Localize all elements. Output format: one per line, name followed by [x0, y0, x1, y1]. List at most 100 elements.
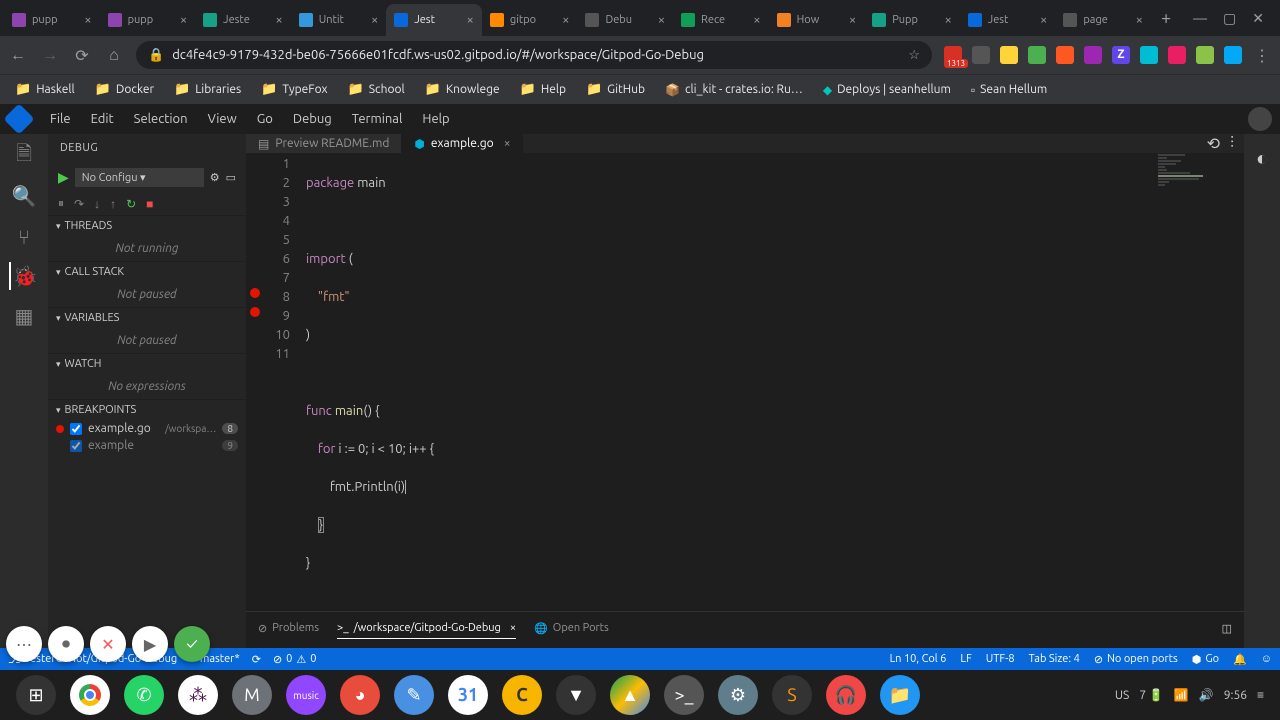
breakpoint-item[interactable]: example.go /workspa… 8: [48, 420, 246, 437]
keyboard-lang[interactable]: US: [1115, 689, 1129, 702]
menu-selection[interactable]: Selection: [126, 108, 196, 130]
extension-icon[interactable]: [1084, 46, 1102, 64]
status-bell[interactable]: 🔔: [1233, 653, 1247, 666]
extension-icon[interactable]: [1224, 46, 1242, 64]
whatsapp-icon[interactable]: ✆: [124, 675, 164, 715]
console-icon[interactable]: ▭: [226, 171, 236, 184]
drive-icon[interactable]: ▲: [610, 675, 650, 715]
search-icon[interactable]: 🔍: [10, 182, 38, 210]
browser-tab-active[interactable]: Jest×: [386, 4, 482, 36]
browser-tab[interactable]: Debu×: [577, 4, 673, 36]
volume-icon[interactable]: 🔊: [1199, 688, 1214, 702]
extension-icon[interactable]: Z: [1112, 46, 1130, 64]
more-icon[interactable]: ⫶: [1230, 134, 1234, 153]
debug-config-select[interactable]: No Configu ▾: [75, 168, 204, 187]
browser-tab[interactable]: gitpo×: [482, 4, 578, 36]
bookmark-folder[interactable]: 📁Haskell: [8, 79, 82, 100]
loop-icon[interactable]: ⟲: [1207, 134, 1220, 153]
split-panel-icon[interactable]: ◫: [1222, 622, 1232, 635]
extension-icon[interactable]: [1196, 46, 1214, 64]
status-feedback[interactable]: ☺: [1261, 653, 1272, 665]
avatar[interactable]: [1248, 107, 1272, 131]
confirm-button[interactable]: ✓: [174, 626, 210, 662]
bookmark-folder[interactable]: 📁Docker: [88, 79, 161, 100]
sublime-icon[interactable]: S: [772, 675, 812, 715]
problems-tab[interactable]: ⊘Problems: [258, 618, 319, 639]
menu-go[interactable]: Go: [249, 108, 281, 130]
back-icon[interactable]: ←: [8, 46, 28, 65]
browser-tab[interactable]: Untit×: [291, 4, 387, 36]
browser-tab[interactable]: pupp×: [100, 4, 196, 36]
extension-icon[interactable]: [1028, 46, 1046, 64]
ports-tab[interactable]: 🌐Open Ports: [534, 618, 609, 639]
menu-help[interactable]: Help: [414, 108, 457, 130]
discord-icon[interactable]: 🎧: [826, 675, 866, 715]
settings-icon[interactable]: ⚙: [718, 675, 758, 715]
battery-icon[interactable]: 7 🔋: [1139, 688, 1163, 702]
close-icon[interactable]: ×: [1136, 13, 1143, 27]
browser-tab[interactable]: Jest×: [960, 4, 1056, 36]
music-icon[interactable]: music: [286, 675, 326, 715]
bookmark-folder[interactable]: 📁Knowlege: [418, 79, 507, 100]
forward-icon[interactable]: →: [40, 46, 60, 65]
close-icon[interactable]: ×: [467, 13, 474, 27]
step-over-icon[interactable]: ↷: [74, 197, 84, 211]
close-window-icon[interactable]: ✕: [1252, 10, 1264, 27]
status-cursor[interactable]: Ln 10, Col 6: [890, 653, 947, 665]
editor-tab-active[interactable]: ⬢ example.go ×: [402, 134, 523, 153]
pause-icon[interactable]: ⏸: [58, 197, 64, 211]
editor-tab[interactable]: ▤ Preview README.md: [246, 134, 402, 153]
terminal-app-icon[interactable]: >_: [664, 675, 704, 715]
watch-header[interactable]: WATCH: [48, 354, 246, 374]
breakpoint-marker[interactable]: [250, 307, 260, 317]
close-icon[interactable]: ×: [504, 137, 511, 150]
calendar-icon[interactable]: 31: [448, 675, 488, 715]
menu-edit[interactable]: Edit: [83, 108, 122, 130]
browser-tab[interactable]: page×: [1055, 4, 1151, 36]
cancel-button[interactable]: ✕: [90, 626, 126, 662]
close-icon[interactable]: ×: [510, 622, 516, 634]
extension-icon[interactable]: [944, 46, 962, 64]
extension-icon[interactable]: [1168, 46, 1186, 64]
code-editor[interactable]: 1234567891011 package main import ( "fmt…: [246, 153, 1244, 611]
close-icon[interactable]: ×: [753, 13, 760, 27]
status-lf[interactable]: LF: [960, 653, 971, 665]
menu-file[interactable]: File: [42, 108, 79, 130]
minimize-icon[interactable]: —: [1193, 10, 1207, 27]
extension-icon[interactable]: [972, 46, 990, 64]
close-icon[interactable]: ×: [180, 13, 187, 27]
bookmark-folder[interactable]: 📁School: [341, 79, 412, 100]
menu-icon[interactable]: ⋮: [1252, 46, 1272, 65]
close-icon[interactable]: ×: [1040, 13, 1047, 27]
bookmark-folder[interactable]: 📁Help: [513, 79, 573, 100]
extensions-icon[interactable]: ▦: [10, 302, 38, 330]
mail-icon[interactable]: M: [232, 675, 272, 715]
extension-icon[interactable]: [1000, 46, 1018, 64]
status-lang[interactable]: ⬢ Go: [1192, 653, 1219, 666]
bookmark-link[interactable]: 📦cli_kit - crates.io: Ru…: [658, 80, 810, 100]
terminal-tab[interactable]: >_/workspace/Gitpod-Go-Debug×: [337, 618, 516, 639]
status-errors[interactable]: ⊘ 0 ⚠ 0: [273, 653, 317, 666]
threads-header[interactable]: THREADS: [48, 216, 246, 236]
record-button[interactable]: ⏺: [48, 626, 84, 662]
status-tabsize[interactable]: Tab Size: 4: [1029, 653, 1080, 665]
bookmark-link[interactable]: ▫Sean Hellum: [964, 80, 1054, 100]
slack-icon[interactable]: ⁂: [178, 675, 218, 715]
chrome-icon[interactable]: [70, 675, 110, 715]
breakpoints-header[interactable]: BREAKPOINTS: [48, 400, 246, 420]
bookmark-folder[interactable]: 📁TypeFox: [254, 79, 334, 100]
bookmark-folder[interactable]: 📁Libraries: [167, 79, 248, 100]
close-icon[interactable]: ×: [944, 13, 951, 27]
gear-icon[interactable]: ⚙: [210, 171, 220, 184]
files-icon[interactable]: 🗎: [10, 142, 38, 170]
close-icon[interactable]: ×: [562, 13, 569, 27]
maximize-icon[interactable]: ▢: [1223, 10, 1236, 27]
tray-icon[interactable]: ≡: [1257, 688, 1264, 702]
close-icon[interactable]: ×: [84, 13, 91, 27]
breakpoint-checkbox[interactable]: [70, 423, 82, 435]
status-sync[interactable]: ⟳: [252, 653, 261, 666]
reload-icon[interactable]: ⟳: [72, 46, 92, 65]
files-icon[interactable]: 📁: [880, 675, 920, 715]
code-content[interactable]: package main import ( "fmt" ) func main(…: [306, 153, 1154, 611]
menu-view[interactable]: View: [200, 108, 245, 130]
